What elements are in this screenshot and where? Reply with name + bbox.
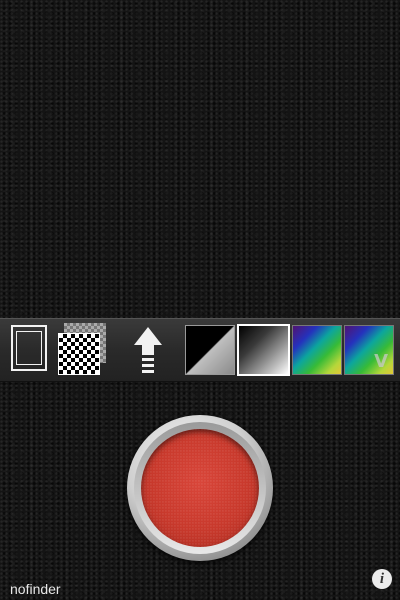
gradient-gray-icon[interactable] (237, 324, 290, 376)
checkerboard-icon[interactable] (58, 323, 106, 375)
rainbow-gradient-v-icon[interactable]: V (344, 325, 394, 375)
filter-toolbar: V (0, 318, 400, 382)
split-gray-icon[interactable] (185, 325, 235, 375)
info-icon[interactable]: i (372, 569, 392, 589)
brand-label: nofinder (10, 581, 61, 597)
viewfinder-area (0, 0, 400, 318)
shutter-button-face[interactable] (141, 429, 259, 547)
up-arrow-icon[interactable] (130, 325, 166, 375)
frame-icon[interactable] (11, 325, 47, 371)
rainbow-gradient-icon[interactable] (292, 325, 342, 375)
v-label: V (374, 351, 388, 372)
shutter-button[interactable] (127, 415, 273, 561)
checkerboard-front-layer (58, 333, 100, 375)
